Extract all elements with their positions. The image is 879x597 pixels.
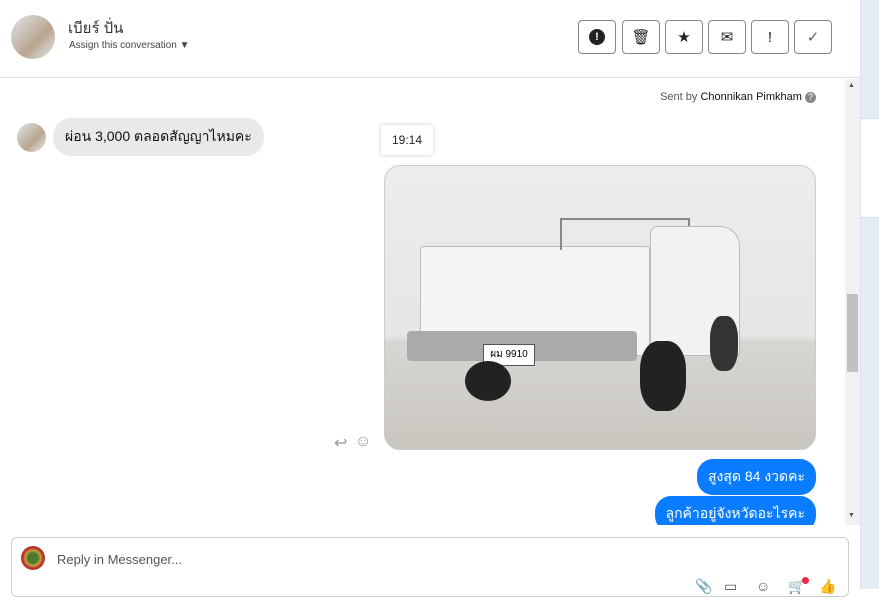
reply-icon[interactable]: ↩	[334, 433, 347, 453]
sender-name: Chonnikan Pimkham	[700, 91, 802, 103]
saved-replies-icon[interactable]: ▭	[724, 578, 737, 595]
sent-by: Sent by Chonnikan Pimkham ?	[660, 91, 816, 103]
scroll-up-icon[interactable]: ▲	[848, 82, 855, 89]
outgoing-message: สูงสุด 84 งวดคะ	[696, 459, 816, 495]
emoji-icon[interactable]: ☺	[756, 578, 770, 594]
done-button[interactable]: ✓	[794, 20, 832, 54]
follow-up-button[interactable]: !	[751, 20, 789, 54]
trash-icon: 🗑	[631, 29, 651, 46]
assign-conversation[interactable]: Assign this conversation ▼	[69, 40, 190, 51]
caret-down-icon: ▼	[179, 40, 190, 51]
delete-button[interactable]: 🗑	[622, 20, 660, 54]
scrollbar-thumb[interactable]	[847, 294, 858, 372]
reply-composer[interactable]: Reply in Messenger... 📎 ▭ ☺ 🛒 👍	[11, 537, 849, 597]
contact-avatar-small	[17, 123, 46, 152]
star-icon: ★	[677, 29, 691, 46]
incoming-message: ผ่อน 3,000 ตลอดสัญญาไหมคะ	[53, 118, 264, 156]
check-icon: ✓	[806, 29, 820, 46]
message-thread: Sent by Chonnikan Pimkham ? ผ่อน 3,000 ต…	[0, 79, 845, 525]
reply-input[interactable]: Reply in Messenger...	[57, 552, 182, 567]
outgoing-message: ลูกค้าอยู่จังหวัดอะไรคะ	[654, 496, 816, 525]
mark-unread-button[interactable]: ✉	[708, 20, 746, 54]
envelope-icon: ✉	[720, 29, 734, 46]
star-button[interactable]: ★	[665, 20, 703, 54]
page-avatar	[21, 546, 45, 570]
exclamation-icon: !	[767, 28, 773, 46]
like-icon[interactable]: 👍	[819, 578, 836, 595]
attachment-icon[interactable]: 📎	[695, 578, 712, 595]
spam-button[interactable]: !	[578, 20, 616, 54]
scroll-down-icon[interactable]: ▼	[848, 512, 855, 519]
emoji-react-icon[interactable]: ☺	[355, 433, 371, 451]
wheel	[465, 361, 511, 401]
wheel	[710, 316, 738, 371]
conversation-header: เบียร์ ปั่น Assign this conversation ▼ !…	[0, 0, 860, 78]
alert-circle-icon: !	[589, 29, 605, 45]
timestamp-tooltip: 19:14	[381, 125, 434, 155]
reply-placeholder: Reply in Messenger...	[57, 552, 183, 567]
wheel	[640, 341, 686, 411]
contact-name: เบียร์ ปั่น	[68, 20, 124, 37]
sent-by-prefix: Sent by	[660, 91, 698, 103]
notification-dot	[802, 577, 809, 584]
side-panel	[860, 0, 879, 589]
help-icon[interactable]: ?	[805, 92, 816, 103]
avatar	[11, 15, 55, 59]
assign-label: Assign this conversation	[69, 40, 177, 51]
car-photo[interactable]: ผม 9910	[384, 165, 816, 450]
scrollbar[interactable]: ▲ ▼	[845, 79, 860, 525]
